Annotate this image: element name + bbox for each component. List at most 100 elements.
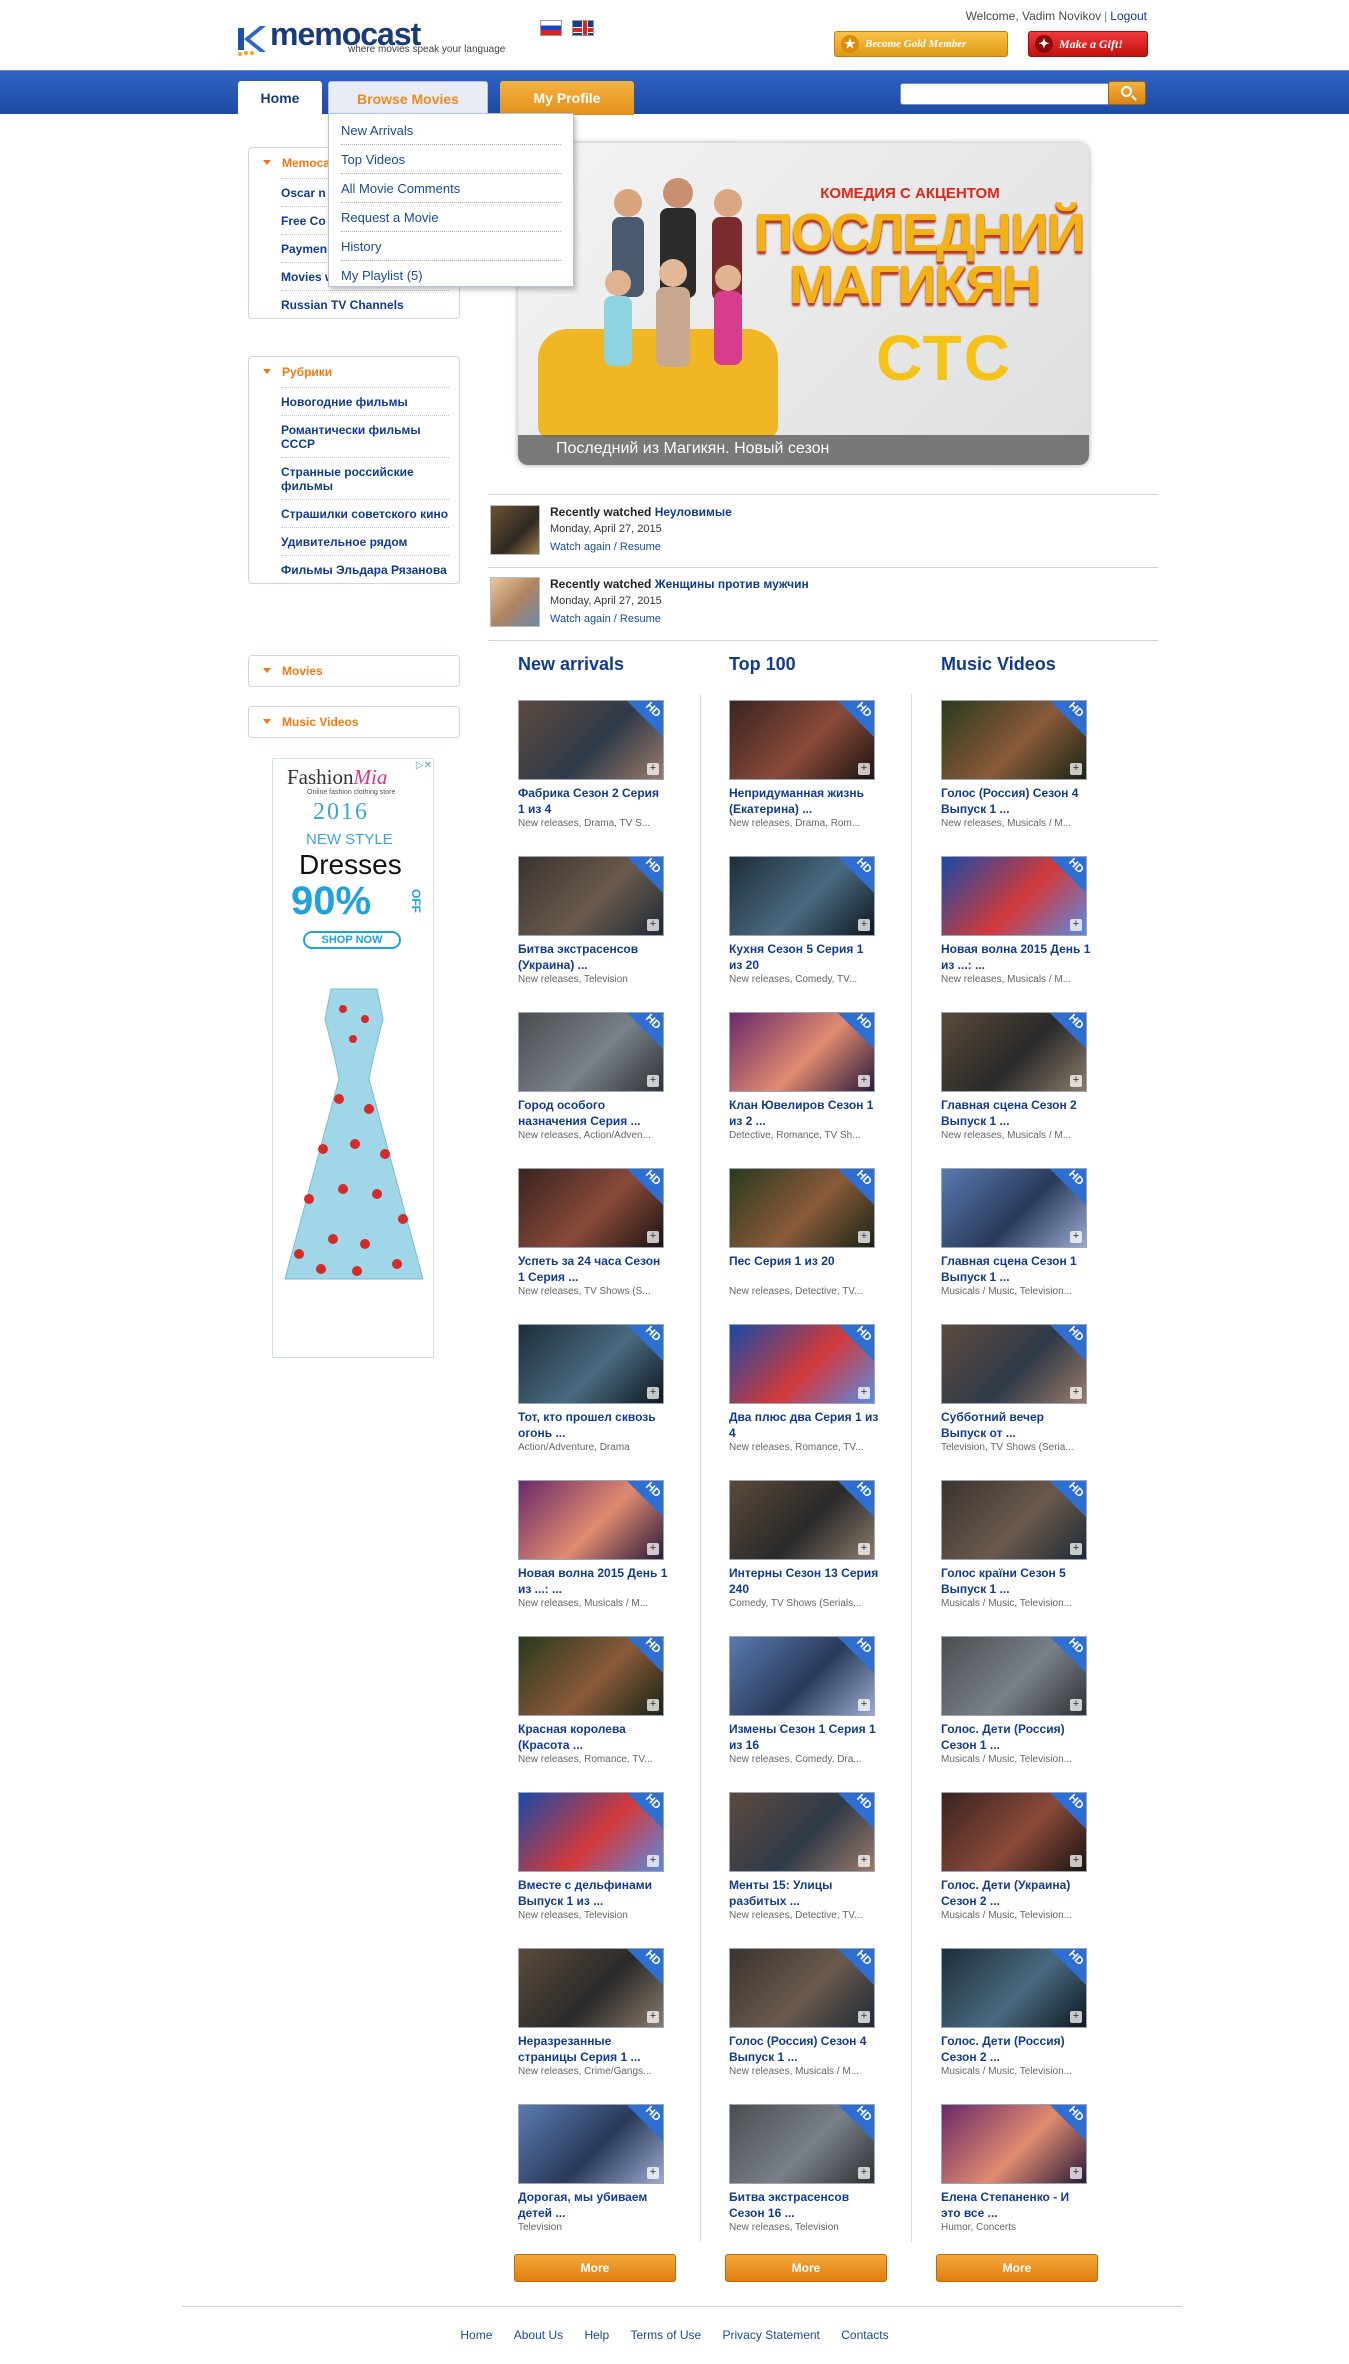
video-thumbnail[interactable]: HD + xyxy=(941,1324,1087,1404)
video-title-link[interactable]: Пес Серия 1 из 20 xyxy=(729,1253,879,1269)
add-to-playlist-icon[interactable]: + xyxy=(858,1699,870,1711)
video-title-link[interactable]: Голос (Россия) Сезон 4 Выпуск 1 ... xyxy=(941,785,1091,817)
video-card[interactable]: HD + Тот, кто прошел сквозь огонь ... Actio… xyxy=(518,1324,678,1474)
video-card[interactable]: HD + Голос (Россия) Сезон 4 Выпуск 1 ... Ne… xyxy=(941,700,1101,850)
footer-link-about-us[interactable]: About Us xyxy=(514,2328,563,2342)
footer-link-help[interactable]: Help xyxy=(584,2328,609,2342)
video-title-link[interactable]: Голос. Дети (Россия) Сезон 1 ... xyxy=(941,1721,1091,1753)
tab-browse-movies[interactable]: Browse Movies xyxy=(328,81,488,115)
add-to-playlist-icon[interactable]: + xyxy=(858,1855,870,1867)
video-thumbnail[interactable]: HD + xyxy=(518,1480,664,1560)
video-title-link[interactable]: Новая волна 2015 День 1 из ...: ... xyxy=(518,1565,668,1597)
video-card[interactable]: HD + Дорогая, мы убиваем детей ... Televisi… xyxy=(518,2104,678,2254)
video-card[interactable]: HD + Город особого назначения Серия ... New… xyxy=(518,1012,678,1162)
video-card[interactable]: HD + Голос. Дети (Россия) Сезон 1 ... Music… xyxy=(941,1636,1101,1786)
sidebar-item-strange-russian[interactable]: Странные российские фильмы xyxy=(281,457,449,499)
video-thumbnail[interactable]: HD + xyxy=(729,1012,875,1092)
sidebar-item-amazing-nearby[interactable]: Удивительное рядом xyxy=(281,527,449,555)
ad-shop-now-button[interactable]: SHOP NOW xyxy=(303,931,401,949)
video-thumbnail[interactable]: HD + xyxy=(518,1792,664,1872)
video-title-link[interactable]: Битва экстрасенсов Сезон 16 ... xyxy=(729,2189,879,2221)
video-title-link[interactable]: Неразрезанные страницы Серия 1 ... xyxy=(518,2033,668,2065)
add-to-playlist-icon[interactable]: + xyxy=(858,1075,870,1087)
video-thumbnail[interactable]: HD + xyxy=(518,700,664,780)
video-thumbnail[interactable]: HD + xyxy=(941,2104,1087,2184)
more-top-100-button[interactable]: More xyxy=(725,2254,887,2282)
recent-thumbnail[interactable] xyxy=(490,577,540,627)
video-card[interactable]: HD + Красная королева (Красота ... New rele… xyxy=(518,1636,678,1786)
dropdown-item-new-arrivals[interactable]: New Arrivals xyxy=(341,116,561,145)
video-card[interactable]: HD + Голос країни Сезон 5 Выпуск 1 ... Musi… xyxy=(941,1480,1101,1630)
video-title-link[interactable]: Клан Ювелиров Сезон 1 из 2 ... xyxy=(729,1097,879,1129)
video-title-link[interactable]: Голос. Дети (Украина) Сезон 2 ... xyxy=(941,1877,1091,1909)
sidebar-music-videos-box[interactable]: Music Videos xyxy=(248,706,460,738)
video-thumbnail[interactable]: HD + xyxy=(518,856,664,936)
tab-my-profile[interactable]: My Profile xyxy=(500,81,634,115)
sidebar-item-russian-tv-channels[interactable]: Russian TV Channels xyxy=(281,290,449,318)
add-to-playlist-icon[interactable]: + xyxy=(647,919,659,931)
video-title-link[interactable]: Голос. Дети (Россия) Сезон 2 ... xyxy=(941,2033,1091,2065)
more-new-arrivals-button[interactable]: More xyxy=(514,2254,676,2282)
video-card[interactable]: HD + Голос (Россия) Сезон 4 Выпуск 1 ... Ne… xyxy=(729,1948,889,2098)
make-a-gift-button[interactable]: ✦ Make a Gift! xyxy=(1028,31,1148,57)
add-to-playlist-icon[interactable]: + xyxy=(647,1231,659,1243)
video-thumbnail[interactable]: HD + xyxy=(518,1012,664,1092)
video-thumbnail[interactable]: HD + xyxy=(518,2104,664,2184)
watch-again-link[interactable]: Watch again / Resume xyxy=(550,541,661,553)
sidebar-music-videos-header[interactable]: Music Videos xyxy=(249,707,459,737)
video-thumbnail[interactable]: HD + xyxy=(941,1480,1087,1560)
video-title-link[interactable]: Красная королева (Красота ... xyxy=(518,1721,668,1753)
video-thumbnail[interactable]: HD + xyxy=(518,1324,664,1404)
dropdown-item-request-a-movie[interactable]: Request a Movie xyxy=(341,203,561,232)
add-to-playlist-icon[interactable]: + xyxy=(1070,1699,1082,1711)
video-title-link[interactable]: Кухня Сезон 5 Серия 1 из 20 xyxy=(729,941,879,973)
add-to-playlist-icon[interactable]: + xyxy=(647,1699,659,1711)
video-card[interactable]: HD + Новая волна 2015 День 1 из ...: ... Ne… xyxy=(941,856,1101,1006)
logout-link[interactable]: Logout xyxy=(1110,9,1147,23)
video-title-link[interactable]: Голос країни Сезон 5 Выпуск 1 ... xyxy=(941,1565,1091,1597)
video-thumbnail[interactable]: HD + xyxy=(941,1948,1087,2028)
footer-link-terms-of-use[interactable]: Terms of Use xyxy=(630,2328,701,2342)
video-title-link[interactable]: Вместе с дельфинами Выпуск 1 из ... xyxy=(518,1877,668,1909)
music-videos-heading[interactable]: Music Videos xyxy=(941,654,1056,675)
video-thumbnail[interactable]: HD + xyxy=(518,1168,664,1248)
add-to-playlist-icon[interactable]: + xyxy=(858,763,870,775)
add-to-playlist-icon[interactable]: + xyxy=(1070,1231,1082,1243)
add-to-playlist-icon[interactable]: + xyxy=(1070,1387,1082,1399)
video-card[interactable]: HD + Измены Сезон 1 Серия 1 из 16 New relea… xyxy=(729,1636,889,1786)
dropdown-item-top-videos[interactable]: Top Videos xyxy=(341,145,561,174)
tab-home[interactable]: Home xyxy=(238,81,322,115)
add-to-playlist-icon[interactable]: + xyxy=(647,2011,659,2023)
add-to-playlist-icon[interactable]: + xyxy=(1070,1855,1082,1867)
video-title-link[interactable]: Новая волна 2015 День 1 из ...: ... xyxy=(941,941,1091,973)
video-card[interactable]: HD + Битва экстрасенсов Сезон 16 ... New re… xyxy=(729,2104,889,2254)
video-title-link[interactable]: Субботний вечер Выпуск от ... xyxy=(941,1409,1091,1441)
footer-link-home[interactable]: Home xyxy=(460,2328,492,2342)
add-to-playlist-icon[interactable]: + xyxy=(1070,763,1082,775)
dropdown-item-my-playlist[interactable]: My Playlist (5) xyxy=(341,261,561,290)
add-to-playlist-icon[interactable]: + xyxy=(1070,2011,1082,2023)
video-title-link[interactable]: Менты 15: Улицы разбитых ... xyxy=(729,1877,879,1909)
video-title-link[interactable]: Елена Степаненко - И это все ... xyxy=(941,2189,1091,2221)
video-card[interactable]: HD + Голос. Дети (Россия) Сезон 2 ... Music… xyxy=(941,1948,1101,2098)
video-thumbnail[interactable]: HD + xyxy=(518,1948,664,2028)
add-to-playlist-icon[interactable]: + xyxy=(1070,2167,1082,2179)
memocast-logo[interactable]: memocast where movies speak your languag… xyxy=(236,16,516,60)
video-card[interactable]: HD + Главная сцена Сезон 2 Выпуск 1 ... New… xyxy=(941,1012,1101,1162)
video-thumbnail[interactable]: HD + xyxy=(518,1636,664,1716)
add-to-playlist-icon[interactable]: + xyxy=(647,763,659,775)
video-thumbnail[interactable]: HD + xyxy=(729,1636,875,1716)
footer-link-contacts[interactable]: Contacts xyxy=(841,2328,888,2342)
search-button[interactable] xyxy=(1108,81,1146,105)
add-to-playlist-icon[interactable]: + xyxy=(647,1075,659,1087)
search-input[interactable] xyxy=(900,83,1110,105)
banner-caption[interactable]: Последний из Магикян. Новый сезон xyxy=(518,435,1089,465)
video-card[interactable]: HD + Интерны Сезон 13 Серия 240 Comedy, TV … xyxy=(729,1480,889,1630)
dropdown-item-all-movie-comments[interactable]: All Movie Comments xyxy=(341,174,561,203)
sidebar-item-ryazanov-films[interactable]: Фильмы Эльдара Рязанова xyxy=(281,555,449,583)
video-card[interactable]: HD + Битва экстрасенсов (Украина) ... New r… xyxy=(518,856,678,1006)
add-to-playlist-icon[interactable]: + xyxy=(647,1543,659,1555)
video-thumbnail[interactable]: HD + xyxy=(941,1636,1087,1716)
video-title-link[interactable]: Измены Сезон 1 Серия 1 из 16 xyxy=(729,1721,879,1753)
new-arrivals-heading[interactable]: New arrivals xyxy=(518,654,624,675)
